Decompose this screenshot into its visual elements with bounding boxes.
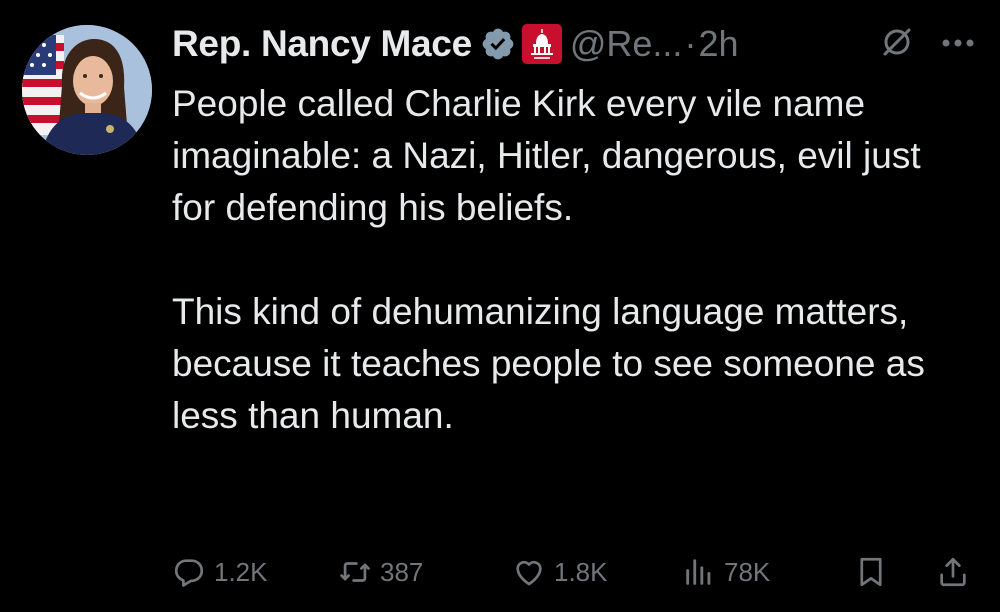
more-icon[interactable]: [940, 36, 976, 48]
reply-count: 1.2K: [214, 556, 268, 587]
share-icon: [936, 555, 970, 589]
tweet[interactable]: Rep. Nancy Mace @Re... · 2h People calle…: [0, 0, 1000, 612]
views-count: 78K: [724, 556, 771, 587]
separator: ·: [684, 23, 697, 64]
repost-count: 387: [380, 556, 424, 587]
views-icon: [682, 555, 716, 589]
display-name[interactable]: Rep. Nancy Mace: [172, 23, 472, 65]
heart-icon: [512, 555, 546, 589]
verified-badge-icon[interactable]: [480, 26, 516, 62]
tweet-paragraph: People called Charlie Kirk every vile na…: [172, 83, 921, 228]
mute-icon[interactable]: [880, 25, 914, 59]
handle[interactable]: @Re...: [570, 23, 683, 65]
tweet-paragraph: This kind of dehumanizing language matte…: [172, 291, 925, 436]
bookmark-button[interactable]: [854, 548, 888, 596]
action-bar: 1.2K 387 1.8K 78K: [0, 548, 1000, 596]
avatar[interactable]: [22, 25, 152, 155]
like-button[interactable]: 1.8K: [512, 548, 608, 596]
repost-button[interactable]: 387: [338, 548, 423, 596]
tweet-text: People called Charlie Kirk every vile na…: [172, 78, 972, 442]
repost-icon: [338, 555, 372, 589]
house-gop-badge-icon[interactable]: [521, 24, 562, 64]
views-button[interactable]: 78K: [682, 548, 770, 596]
like-count: 1.8K: [554, 556, 608, 587]
tweet-header: Rep. Nancy Mace @Re... · 2h: [172, 18, 738, 70]
reply-icon: [172, 555, 206, 589]
timestamp[interactable]: 2h: [698, 23, 738, 65]
reply-button[interactable]: 1.2K: [172, 548, 268, 596]
avatar-photo: [22, 25, 152, 155]
bookmark-icon: [854, 555, 888, 589]
share-button[interactable]: [936, 548, 970, 596]
